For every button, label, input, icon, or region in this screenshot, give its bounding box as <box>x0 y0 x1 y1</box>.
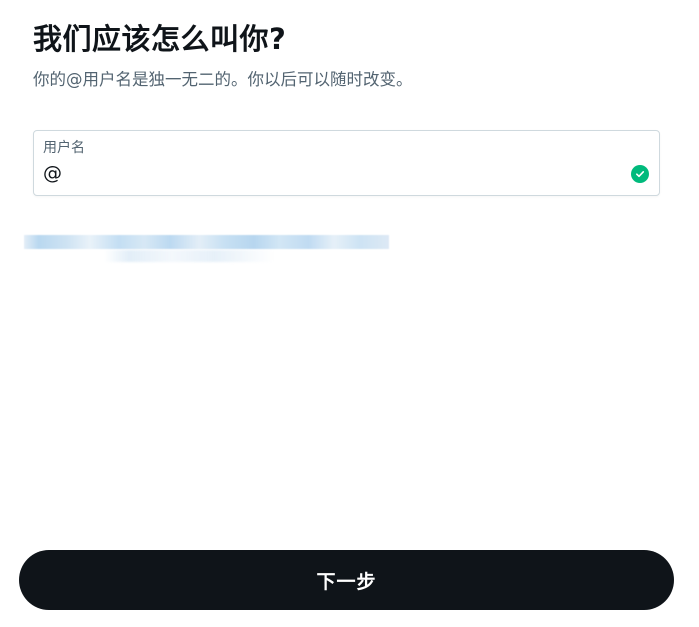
check-circle-icon <box>631 165 649 183</box>
page-title: 我们应该怎么叫你? <box>33 22 287 56</box>
at-prefix: @ <box>43 162 62 184</box>
next-button[interactable]: 下一步 <box>19 550 674 610</box>
username-field-label: 用户名 <box>43 140 85 156</box>
blurred-suggestion-row <box>24 235 389 249</box>
username-field[interactable]: 用户名 @ <box>33 130 660 196</box>
blurred-suggestions <box>24 235 389 267</box>
username-input[interactable] <box>64 161 624 187</box>
page-subtitle: 你的@用户名是独一无二的。你以后可以随时改变。 <box>33 70 413 89</box>
blurred-suggestion-shadow <box>104 250 274 262</box>
